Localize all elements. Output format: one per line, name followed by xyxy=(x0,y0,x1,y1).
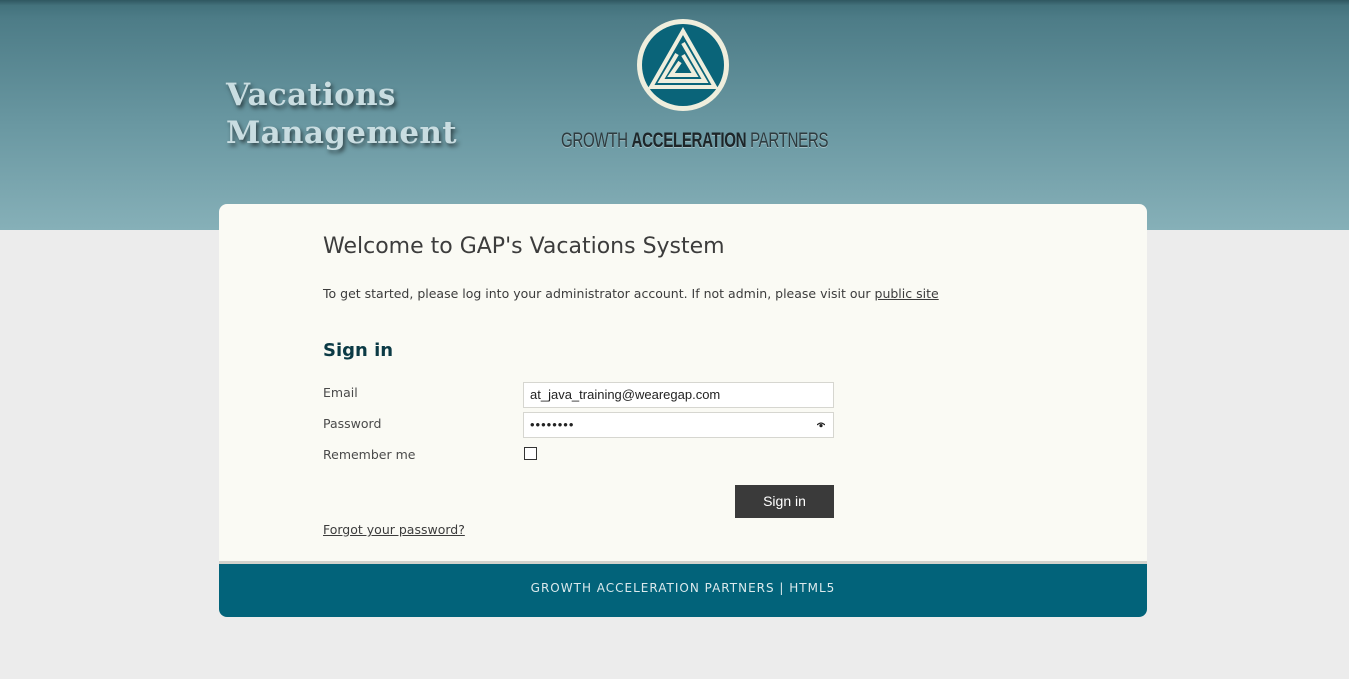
public-site-link[interactable]: public site xyxy=(875,286,939,301)
intro-text: To get started, please log into your adm… xyxy=(323,286,939,301)
signin-button[interactable]: Sign in xyxy=(735,485,834,518)
app-title: Vacations Management xyxy=(226,76,457,152)
brand-growth: GROWTH xyxy=(561,129,632,152)
app-title-line2: Management xyxy=(226,115,457,151)
forgot-password-link[interactable]: Forgot your password? xyxy=(323,522,465,537)
intro-text-body: To get started, please log into your adm… xyxy=(323,286,875,301)
triangle-spiral-logo-icon xyxy=(637,19,729,111)
email-field[interactable]: at_java_training@wearegap.com xyxy=(523,382,834,408)
brand-wordmark: GROWTH ACCELERATION PARTNERS xyxy=(561,128,828,154)
login-card: Welcome to GAP's Vacations System To get… xyxy=(219,204,1147,617)
card-footer: GROWTH ACCELERATION PARTNERS | HTML5 xyxy=(219,561,1147,617)
password-field[interactable]: •••••••• xyxy=(523,412,834,438)
signin-heading: Sign in xyxy=(323,340,394,361)
remember-checkbox[interactable] xyxy=(524,447,537,460)
welcome-heading: Welcome to GAP's Vacations System xyxy=(323,234,725,259)
footer-text: GROWTH ACCELERATION PARTNERS | HTML5 xyxy=(530,581,836,595)
reveal-password-icon[interactable] xyxy=(817,422,825,428)
header-top-border xyxy=(0,0,1349,6)
brand-partners: PARTNERS xyxy=(746,129,829,152)
password-label: Password xyxy=(323,416,382,431)
app-title-line1: Vacations xyxy=(226,77,396,113)
email-label: Email xyxy=(323,385,358,400)
password-value: •••••••• xyxy=(530,417,575,432)
page-header: Vacations Management GROWTH ACCELERATION… xyxy=(0,0,1349,230)
remember-label: Remember me xyxy=(323,447,416,462)
brand-acceleration: ACCELERATION xyxy=(631,129,747,152)
